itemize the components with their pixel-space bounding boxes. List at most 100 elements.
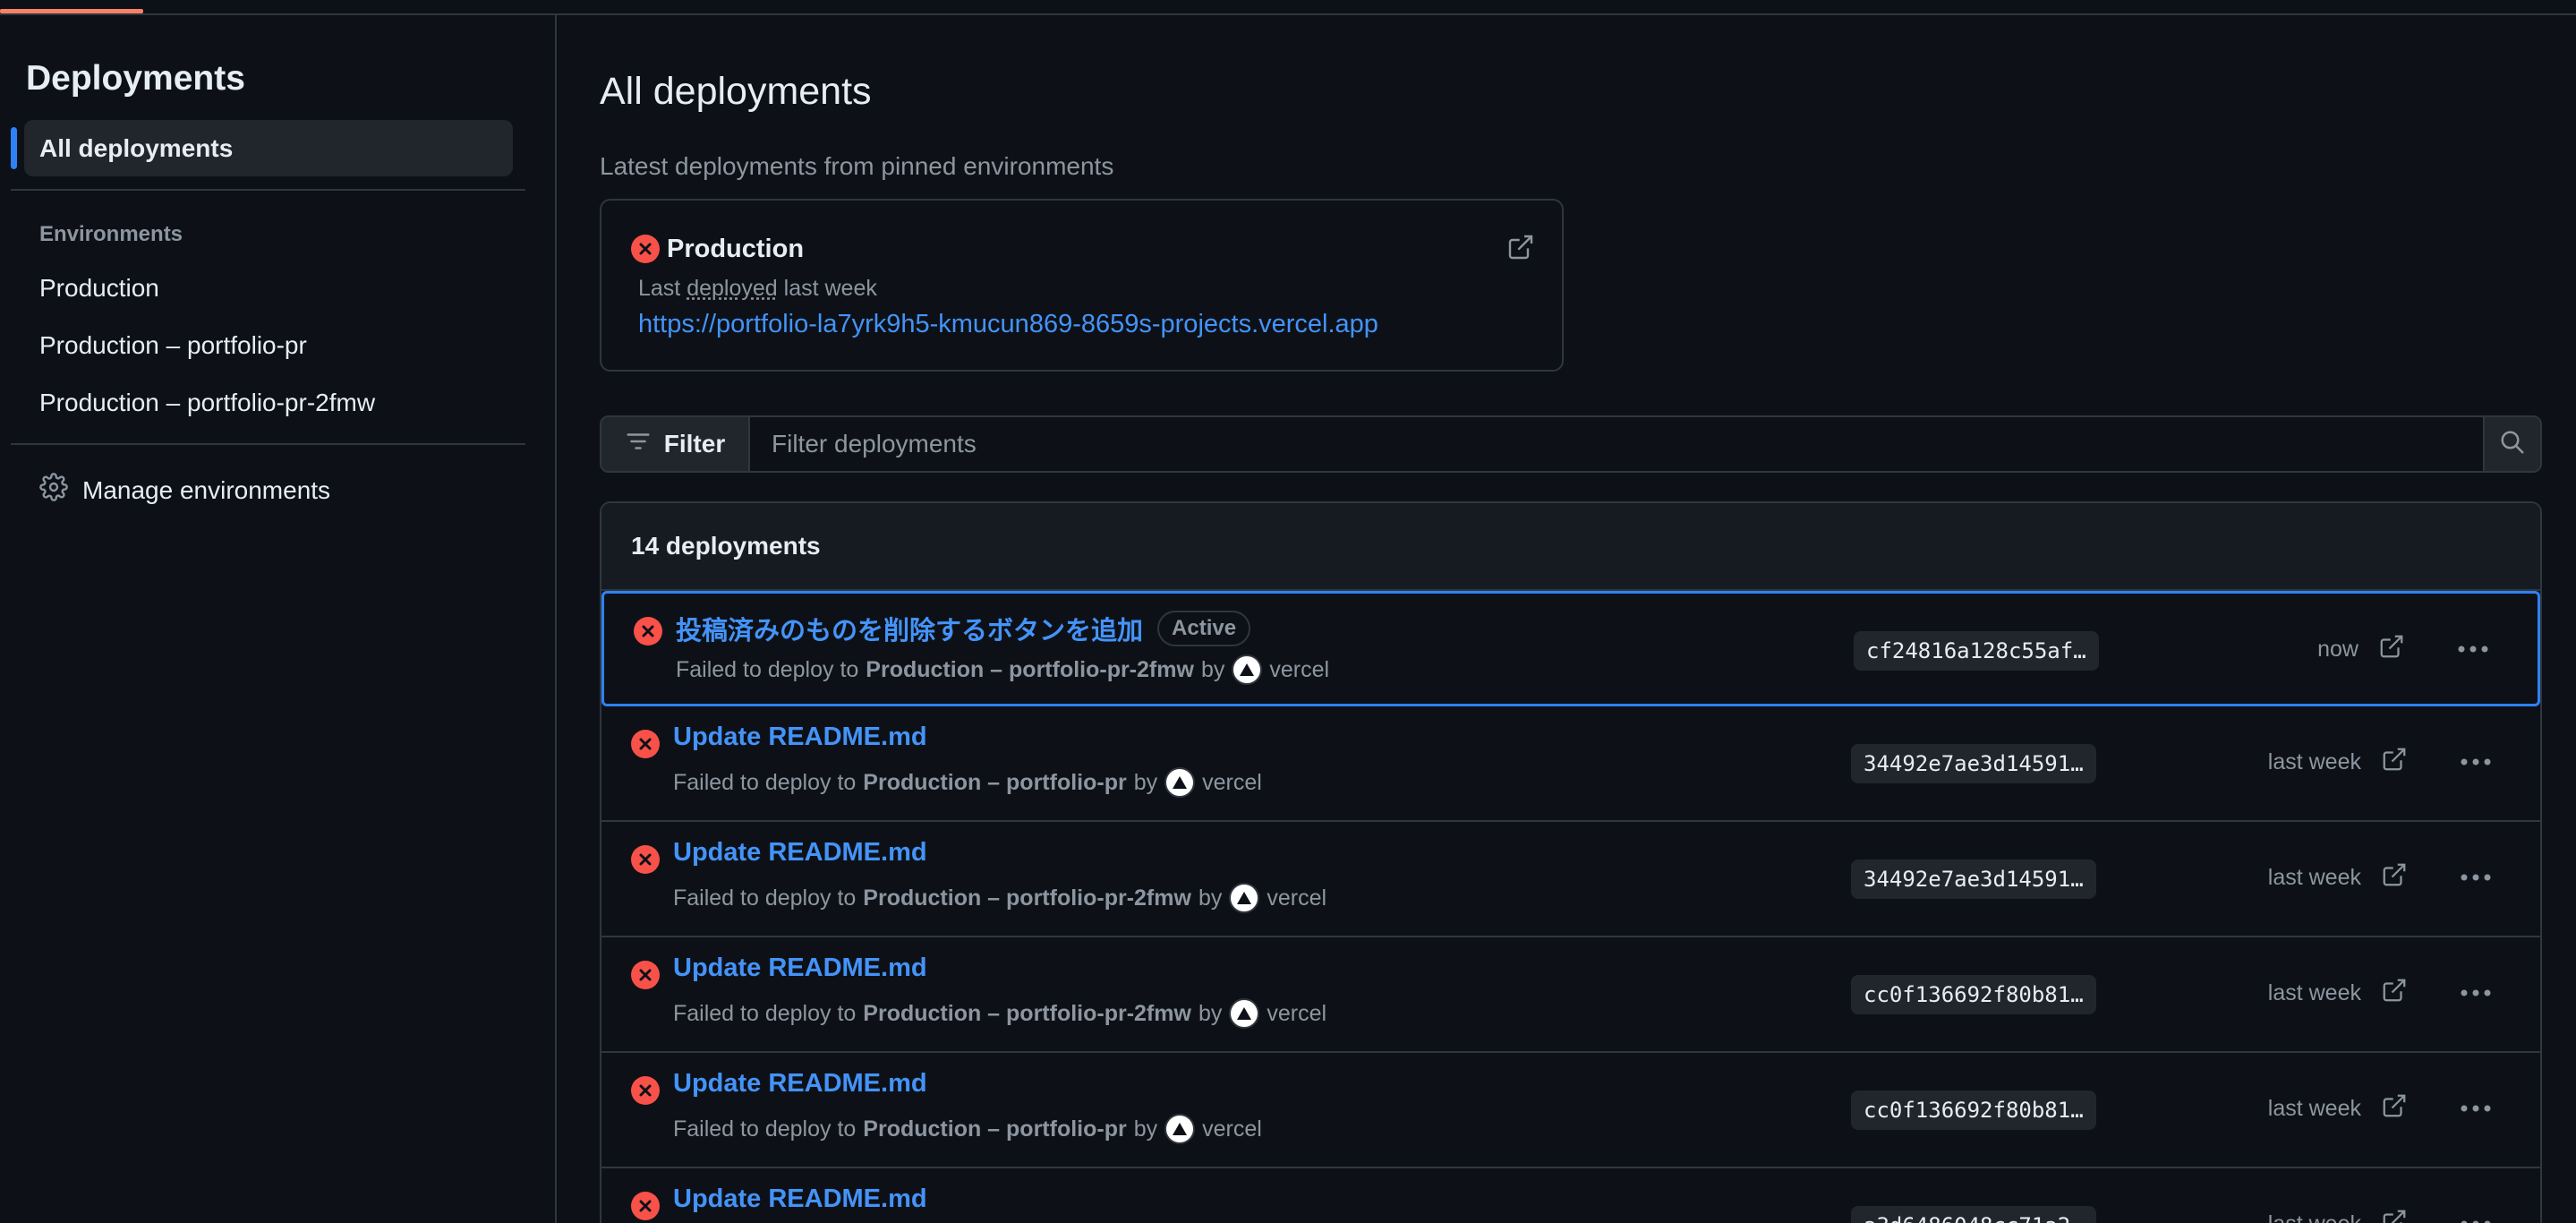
avatar[interactable] [1229,883,1260,913]
deployment-title-row: Update README.md [673,838,927,868]
avatar[interactable] [1232,654,1263,685]
x-circle-icon [634,617,662,650]
commit-sha[interactable]: cf24816a128c55af… [1854,631,2099,671]
environment-name: Production [667,235,805,263]
external-link-icon[interactable] [2378,633,2405,664]
avatar[interactable] [1229,998,1260,1029]
deployment-title-row: Update README.md [673,723,927,752]
sidebar-item-production-portfolio-pr[interactable]: Production – portfolio-pr [39,331,307,360]
deployment-title-row: Update README.md [673,1185,927,1214]
last-prefix: Last [638,276,681,301]
deployer-name[interactable]: vercel [1202,770,1262,796]
kebab-menu-icon[interactable] [2451,1083,2501,1133]
x-circle-icon [631,1076,660,1109]
commit-sha[interactable]: a3d6486048cc71a2… [1851,1206,2096,1223]
commit-sha[interactable]: cc0f136692f80b81… [1851,1090,2096,1130]
deployment-title-link[interactable]: Update README.md [673,838,927,868]
environment-name: Production – portfolio-pr-2fmw [866,656,1194,682]
by-text: by [1133,769,1158,795]
deployment-time: last week [2268,1211,2361,1223]
pinned-environment-card: Production Last deployed last week https… [600,199,1564,372]
deployments-list: 14 deployments 投稿済みのものを削除するボタンを追加 Active F… [600,501,2542,1223]
sidebar-item-production[interactable]: Production [39,274,159,303]
deployment-row[interactable]: Update README.md Failed to deploy to Produ… [601,822,2540,937]
environment-url-link[interactable]: https://portfolio-la7yrk9h5-kmucun869-86… [638,310,1378,339]
by-text: by [1198,885,1223,911]
external-link-icon[interactable] [2381,746,2408,777]
sidebar-separator [11,189,525,191]
commit-sha[interactable]: 34492e7ae3d14591… [1851,860,2096,899]
search-icon [2499,429,2526,460]
deployer-name[interactable]: vercel [1267,1001,1326,1027]
active-tab-indicator [0,9,143,13]
deployment-title-row: 投稿済みのものを削除するボタンを追加 Active [676,610,1251,647]
kebab-menu-icon[interactable] [2451,852,2501,902]
kebab-menu-icon[interactable] [2451,1199,2501,1223]
deployment-title-link[interactable]: Update README.md [673,954,927,983]
sidebar-item-label[interactable]: All deployments [39,134,233,163]
kebab-menu-icon[interactable] [2451,968,2501,1018]
sidebar-separator [11,443,525,445]
sidebar-divider [555,15,557,1223]
deployment-title-link[interactable]: Update README.md [673,1185,927,1214]
deployer-name[interactable]: vercel [1202,1116,1262,1142]
deployment-description: Failed to deploy to Production – portfoli… [673,767,1262,798]
deployment-time: last week [2267,1096,2361,1121]
deployment-row[interactable]: Update README.md Failed to deploy to Produ… [601,1053,2540,1168]
x-circle-icon [631,1192,660,1223]
environments-heading: Environments [39,222,183,246]
deployment-row[interactable]: Update README.md Failed to deploy to Produ… [601,706,2540,822]
filter-button-label[interactable]: Filter [664,430,725,458]
gear-icon [39,473,68,508]
page-title: All deployments [600,70,872,113]
x-circle-icon [631,845,660,878]
external-link-icon[interactable] [2381,861,2408,893]
by-text: by [1133,1116,1158,1142]
filter-icon [625,428,652,461]
kebab-menu-icon[interactable] [2451,737,2501,787]
deployment-title-link[interactable]: 投稿済みのものを削除するボタンを追加 [676,610,1143,647]
avatar[interactable] [1164,767,1196,798]
external-link-icon[interactable] [2381,1092,2408,1124]
filter-deployments-input[interactable] [750,417,2483,471]
manage-environments-link[interactable]: Manage environments [39,473,330,508]
x-circle-icon [631,235,660,268]
environment-name: Production – portfolio-pr-2fmw [863,1000,1191,1026]
deployment-time: last week [2267,749,2361,774]
deployment-title-row: Update README.md [673,954,927,983]
sidebar-title: Deployments [26,59,245,98]
external-link-icon[interactable] [2381,977,2408,1008]
deployer-name[interactable]: vercel [1269,657,1329,683]
kebab-menu-icon[interactable] [2448,624,2498,674]
deployments-count: 14 deployments [601,503,2540,591]
environment-name: Production – portfolio-pr [863,1116,1127,1142]
deployment-description: Failed to deploy to Production – portfoli… [673,998,1326,1029]
environment-last-deployed: Last deployed last week [638,276,877,302]
deployment-title-link[interactable]: Update README.md [673,1069,927,1099]
deployment-time: last week [2267,865,2361,890]
external-link-icon[interactable] [1506,233,1535,266]
by-text: by [1200,656,1225,682]
deployment-row[interactable]: Update README.md a3d6486048cc71a2… last we… [601,1168,2540,1223]
deployer-name[interactable]: vercel [1267,885,1326,911]
deployed-tooltip-trigger[interactable]: deployed [687,276,777,301]
failed-text: Failed to deploy to [673,885,857,911]
deployment-title-link[interactable]: Update README.md [673,723,927,752]
commit-sha[interactable]: 34492e7ae3d14591… [1851,744,2096,783]
external-link-icon[interactable] [2381,1208,2408,1223]
deployment-description: Failed to deploy to Production – portfoli… [673,883,1326,913]
filter-button[interactable]: Filter [601,417,750,471]
manage-environments-label[interactable]: Manage environments [82,476,330,505]
by-text: by [1198,1000,1223,1026]
sidebar-active-indicator [11,127,17,169]
commit-sha[interactable]: cc0f136692f80b81… [1851,975,2096,1014]
deployment-time: now [2317,637,2358,662]
deployment-row[interactable]: 投稿済みのものを削除するボタンを追加 Active Failed to deploy… [601,591,2540,706]
deployment-title-row: Update README.md [673,1069,927,1099]
sidebar-item-production-portfolio-pr-2fmw[interactable]: Production – portfolio-pr-2fmw [39,389,375,417]
avatar[interactable] [1164,1114,1196,1144]
vercel-triangle-icon [1173,1123,1188,1135]
status-badge: Active [1157,611,1251,646]
search-button[interactable] [2483,417,2540,471]
deployment-row[interactable]: Update README.md Failed to deploy to Produ… [601,937,2540,1053]
